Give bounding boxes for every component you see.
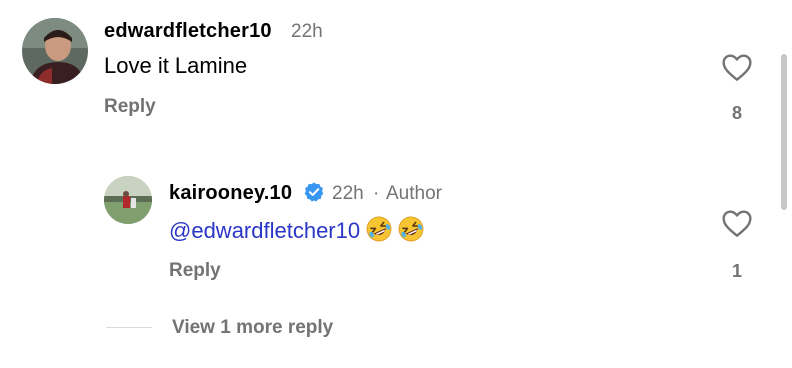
comment-timestamp: 22h xyxy=(291,21,323,42)
laughing-emoji-icon xyxy=(398,216,424,242)
scrollbar[interactable] xyxy=(781,54,787,210)
reply-timestamp: 22h xyxy=(332,183,364,204)
author-badge: Author xyxy=(386,183,442,204)
divider xyxy=(106,327,152,328)
avatar[interactable] xyxy=(104,176,152,224)
reply-like-count: 1 xyxy=(731,261,742,281)
verified-icon xyxy=(303,181,325,203)
meta-separator: · xyxy=(373,183,380,204)
comment-like-count: 8 xyxy=(731,103,742,123)
laughing-emoji-icon xyxy=(366,216,392,242)
view-more-replies-button[interactable]: View 1 more reply xyxy=(172,317,333,339)
reply-reply-button[interactable]: Reply xyxy=(169,260,221,282)
heart-icon[interactable] xyxy=(721,208,753,238)
mention-link[interactable]: @edwardfletcher10 xyxy=(169,218,360,243)
avatar[interactable] xyxy=(22,18,88,84)
comment-reply-button[interactable]: Reply xyxy=(104,96,156,118)
comment-username[interactable]: edwardfletcher10 xyxy=(104,20,272,43)
comment-text: Love it Lamine xyxy=(104,53,248,78)
reply-text: @edwardfletcher10 xyxy=(169,216,424,244)
reply-username[interactable]: kairooney.10 xyxy=(169,182,292,205)
heart-icon[interactable] xyxy=(721,52,753,82)
